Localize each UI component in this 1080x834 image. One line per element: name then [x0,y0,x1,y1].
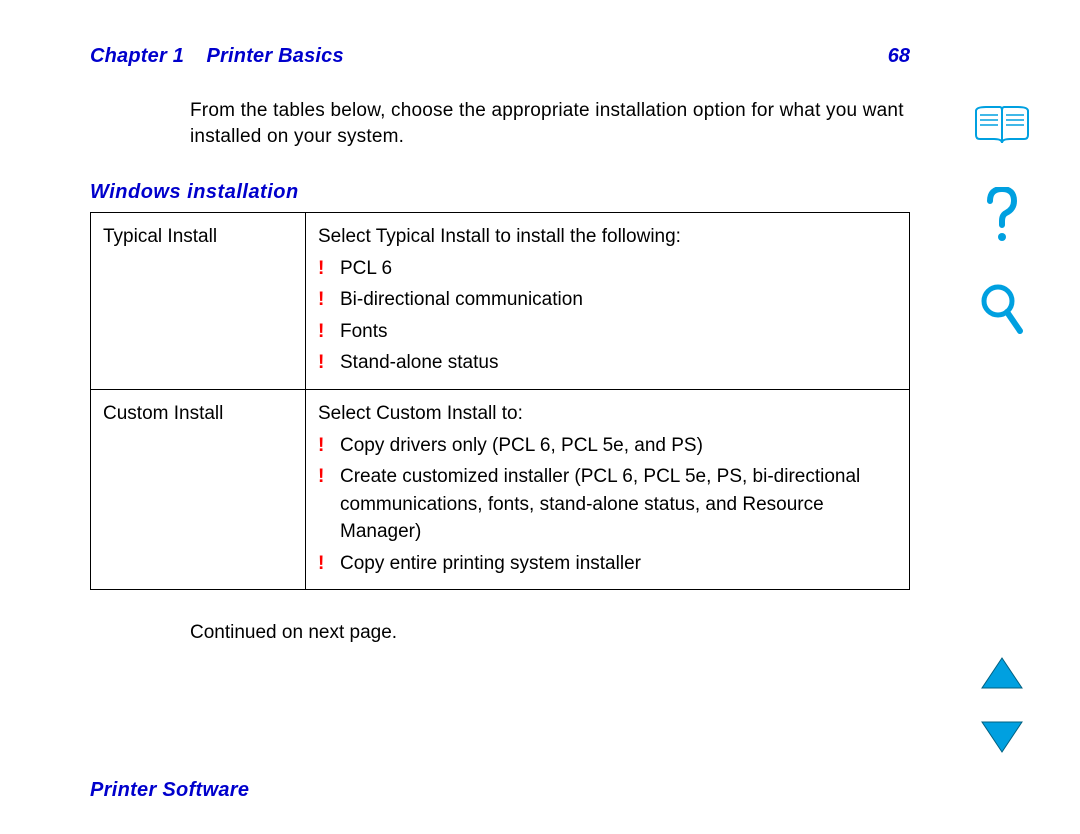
table-row: Custom Install Select Custom Install to:… [91,390,910,590]
list-item: ! Fonts [318,318,897,346]
page-number: 68 [888,45,910,68]
list-item: ! Copy drivers only (PCL 6, PCL 5e, and … [318,432,897,460]
option-lead: Select Typical Install to install the fo… [318,223,897,251]
bullet-text: Bi-directional communication [340,286,897,314]
bullet-icon: ! [318,463,340,491]
page-header: Chapter 1 Printer Basics 68 [90,45,910,68]
help-icon[interactable] [982,187,1022,243]
option-description: Select Typical Install to install the fo… [306,213,910,390]
list-item: ! Stand-alone status [318,349,897,377]
option-name: Custom Install [91,390,306,590]
bullet-icon: ! [318,550,340,578]
list-item: ! Copy entire printing system installer [318,550,897,578]
continued-note: Continued on next page. [190,622,910,644]
footer-label: Printer Software [90,779,249,802]
book-icon[interactable] [974,105,1030,147]
option-description: Select Custom Install to: ! Copy drivers… [306,390,910,590]
option-lead: Select Custom Install to: [318,400,897,428]
bullet-icon: ! [318,286,340,314]
page-down-icon[interactable] [980,720,1024,754]
option-name: Typical Install [91,213,306,390]
bullet-text: Copy entire printing system installer [340,550,897,578]
bullet-icon: ! [318,255,340,283]
page-nav-arrows [972,656,1032,754]
chapter-title: Printer Basics [207,45,344,67]
intro-paragraph: From the tables below, choose the approp… [190,98,910,149]
bullet-text: Fonts [340,318,897,346]
bullet-text: Create customized installer (PCL 6, PCL … [340,463,897,546]
sidebar-tools [972,105,1032,335]
chapter-heading: Chapter 1 Printer Basics [90,45,344,68]
bullet-icon: ! [318,318,340,346]
bullet-icon: ! [318,432,340,460]
bullet-text: Copy drivers only (PCL 6, PCL 5e, and PS… [340,432,897,460]
bullet-text: Stand-alone status [340,349,897,377]
page-up-icon[interactable] [980,656,1024,690]
section-heading: Windows installation [90,181,910,204]
list-item: ! Bi-directional communication [318,286,897,314]
bullet-text: PCL 6 [340,255,897,283]
table-row: Typical Install Select Typical Install t… [91,213,910,390]
list-item: ! PCL 6 [318,255,897,283]
install-options-table: Typical Install Select Typical Install t… [90,212,910,590]
chapter-label: Chapter 1 [90,45,184,67]
search-icon[interactable] [980,283,1024,335]
bullet-icon: ! [318,349,340,377]
list-item: ! Create customized installer (PCL 6, PC… [318,463,897,546]
